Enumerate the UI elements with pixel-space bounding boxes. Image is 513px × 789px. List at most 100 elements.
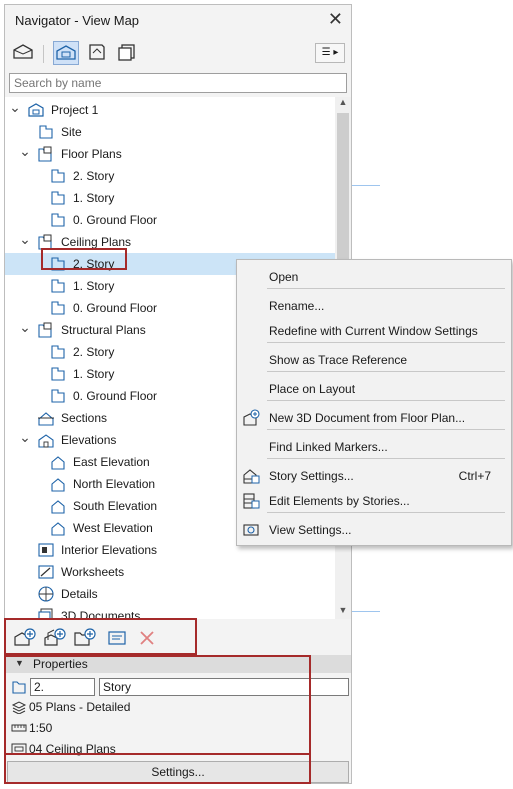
elevations-icon [37, 431, 55, 449]
layout-book-icon[interactable] [85, 41, 111, 65]
floor-plan-view-icon [37, 123, 55, 141]
tree-item-label: Project 1 [51, 103, 99, 117]
context-menu-item[interactable]: Redefine with Current Window Settings [237, 319, 511, 343]
search-input[interactable] [9, 73, 347, 93]
context-menu-item-label: Story Settings... [269, 469, 354, 483]
tree-item-label: Details [61, 587, 98, 601]
tree-item-label: Sections [61, 411, 108, 425]
settings-button[interactable]: Settings... [7, 761, 349, 783]
tree-item-label: 3D Documents [61, 609, 141, 619]
3d-documents-icon [37, 607, 55, 619]
context-menu-item[interactable]: View Settings... [237, 518, 511, 542]
layer-combination-value: 05 Plans - Detailed [29, 700, 131, 714]
tree-item[interactable]: ⌄ Ceiling Plans [5, 231, 335, 253]
context-menu-item-label: Rename... [269, 299, 325, 313]
context-menu-item-label: Open [269, 270, 299, 284]
floor-plan-view-icon [49, 167, 67, 185]
elevation-view-icon [49, 475, 67, 493]
tree-item-label: North Elevation [73, 477, 156, 491]
tree-item[interactable]: ⌄ Project 1 [5, 99, 335, 121]
tree-item-label: 0. Ground Floor [73, 389, 158, 403]
scroll-down-icon[interactable]: ▼ [335, 605, 351, 619]
tree-item-label: Floor Plans [61, 147, 122, 161]
tree-item[interactable]: Details [5, 583, 335, 605]
context-menu-item[interactable]: Show as Trace Reference [237, 348, 511, 372]
expand-chevron-icon[interactable]: ⌄ [19, 231, 31, 248]
tree-item-label: Worksheets [61, 565, 125, 579]
publisher-sets-icon[interactable] [115, 41, 141, 65]
tree-item-label: West Elevation [73, 521, 153, 535]
edit-by-stories-icon [242, 492, 260, 510]
floor-plan-view-icon [49, 211, 67, 229]
tree-item[interactable]: 1. Story [5, 187, 335, 209]
tree-item[interactable]: ⌄ Floor Plans [5, 143, 335, 165]
tree-item-label: Ceiling Plans [61, 235, 132, 249]
structural-plans-folder-icon [37, 321, 55, 339]
view-settings-icon[interactable] [105, 627, 129, 649]
tree-item-label: 2. Story [73, 257, 115, 271]
view-mode-bar: ☰ ▸ [5, 39, 351, 69]
tree-item-label: Structural Plans [61, 323, 146, 337]
new-3d-document-icon [242, 409, 260, 427]
structural-plan-view-icon [49, 343, 67, 361]
structural-plan-view-icon [49, 365, 67, 383]
properties-header[interactable]: ▼ Properties [5, 655, 351, 673]
tree-item[interactable]: 3D Documents [5, 605, 335, 619]
ceiling-plans-folder-icon [37, 233, 55, 251]
delete-icon[interactable] [135, 627, 159, 649]
expand-chevron-icon[interactable]: ⌄ [9, 99, 21, 116]
floor-plans-folder-icon [37, 145, 55, 163]
expand-chevron-icon[interactable]: ⌄ [19, 143, 31, 160]
tree-item-label: 1. Story [73, 279, 115, 293]
scroll-up-icon[interactable]: ▲ [335, 97, 351, 111]
elevation-view-icon [49, 519, 67, 537]
properties-title: Properties [33, 657, 88, 671]
view-settings-icon [242, 521, 260, 539]
ceiling-plan-view-icon [49, 299, 67, 317]
close-icon[interactable]: ✕ [328, 9, 343, 29]
layers-icon [11, 700, 27, 715]
context-menu-item-label: Find Linked Markers... [269, 440, 388, 454]
tree-item[interactable]: Worksheets [5, 561, 335, 583]
options-menu-button[interactable]: ☰ ▸ [315, 43, 345, 63]
clone-view-icon[interactable] [43, 627, 67, 649]
tree-item[interactable]: 0. Ground Floor [5, 209, 335, 231]
tree-item-label: 0. Ground Floor [73, 213, 158, 227]
view-name-field[interactable]: Story [99, 678, 349, 696]
context-menu-item[interactable]: Edit Elements by Stories... [237, 489, 511, 513]
title-bar: Navigator - View Map ✕ [5, 5, 351, 35]
tree-item[interactable]: 2. Story [5, 165, 335, 187]
view-id-field[interactable]: 2. [30, 678, 95, 696]
save-current-view-icon[interactable] [13, 627, 37, 649]
details-icon [37, 585, 55, 603]
expand-chevron-icon[interactable]: ⌄ [19, 429, 31, 446]
new-folder-icon[interactable] [73, 627, 97, 649]
context-menu-item-label: New 3D Document from Floor Plan... [269, 411, 466, 425]
tree-item-label: Elevations [61, 433, 117, 447]
action-bar [5, 623, 351, 653]
collapse-arrow-icon[interactable]: ▼ [15, 658, 24, 668]
tree-item-label: 0. Ground Floor [73, 301, 158, 315]
context-menu-item[interactable]: Rename... [237, 294, 511, 318]
context-menu-item[interactable]: Story Settings... Ctrl+7 [237, 464, 511, 488]
context-menu-item-label: Show as Trace Reference [269, 353, 408, 367]
context-menu-item[interactable]: New 3D Document from Floor Plan... [237, 406, 511, 430]
scale-value: 1:50 [29, 721, 53, 735]
sections-icon [37, 409, 55, 427]
scrollbar-thumb[interactable] [337, 113, 349, 278]
layout-set-value: 04 Ceiling Plans [29, 742, 116, 756]
tree-item-label: 1. Story [73, 367, 115, 381]
context-menu-item[interactable]: Find Linked Markers... [237, 435, 511, 459]
floor-plan-view-icon [49, 189, 67, 207]
canvas-guide-line [352, 611, 380, 612]
ceiling-plan-view-icon [49, 255, 67, 273]
context-menu-item[interactable]: Open [237, 265, 511, 289]
context-menu: Open Rename... Redefine with Current Windo… [236, 259, 512, 546]
tree-item[interactable]: Site [5, 121, 335, 143]
view-map-icon[interactable] [53, 41, 79, 65]
tree-item-label: 2. Story [73, 169, 115, 183]
elevation-view-icon [49, 453, 67, 471]
project-map-icon[interactable] [11, 41, 37, 65]
expand-chevron-icon[interactable]: ⌄ [19, 319, 31, 336]
context-menu-item[interactable]: Place on Layout [237, 377, 511, 401]
